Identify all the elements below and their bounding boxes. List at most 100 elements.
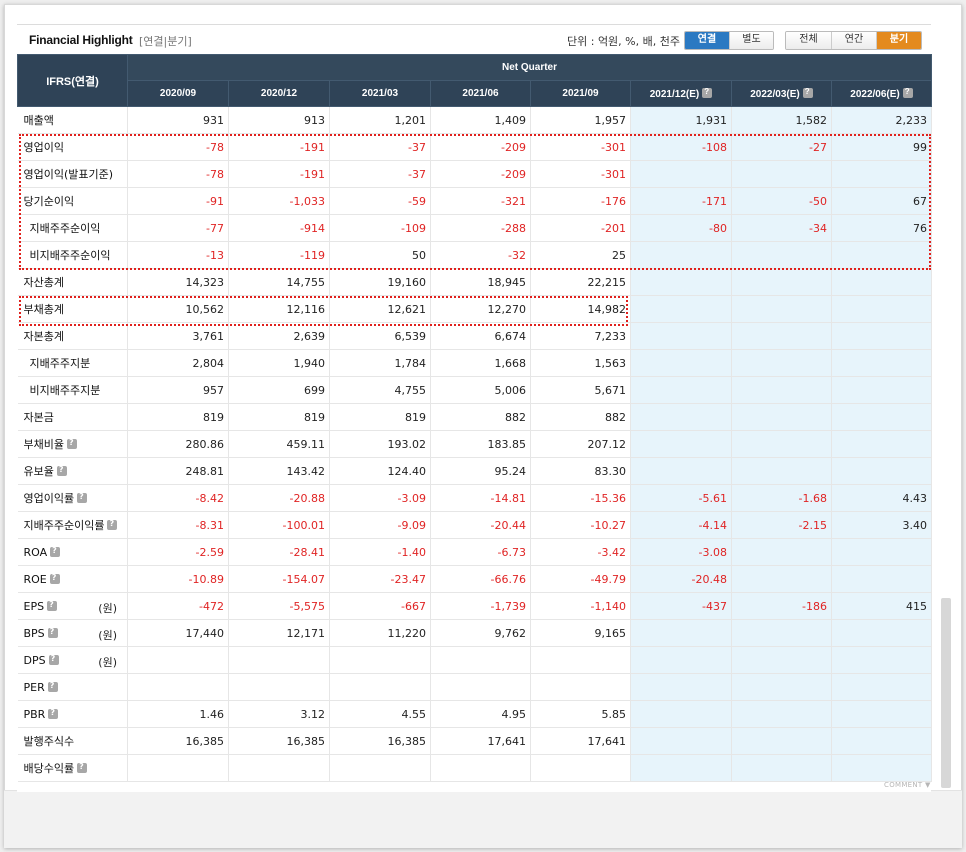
table-cell [530, 754, 631, 782]
table-row: 부채비율 280.86459.11193.02183.85207.12 [17, 430, 933, 458]
row-label-cell: PER [17, 673, 128, 701]
help-icon[interactable] [47, 681, 58, 692]
row-label: PER [23, 680, 45, 694]
table-cell: 6,674 [430, 322, 531, 350]
table-cell: 5,671 [530, 376, 631, 404]
tab-separate[interactable]: 별도 [729, 32, 773, 49]
help-icon[interactable] [50, 546, 61, 557]
table-cell: 4.95 [430, 700, 531, 728]
table-cell [630, 457, 732, 485]
table-cell [831, 457, 933, 485]
table-cell: 14,982 [530, 295, 631, 323]
table-cell: 3.40 [831, 511, 933, 539]
table-cell: 1,784 [329, 349, 431, 377]
table-cell: -34 [731, 214, 832, 242]
row-label-cell: 비지배주주순이익 [17, 241, 128, 269]
table-cell: 193.02 [329, 430, 431, 458]
table-cell [731, 295, 832, 323]
help-icon[interactable] [77, 492, 88, 503]
row-label-cell: 영업이익 [17, 133, 128, 161]
table-cell: 12,621 [329, 295, 431, 323]
help-icon[interactable] [66, 438, 77, 449]
table-cell: -6.73 [430, 538, 531, 566]
table-cell: -1,033 [228, 187, 330, 215]
help-icon[interactable] [902, 87, 913, 98]
table-row: ROE -10.89-154.07-23.47-66.76-49.79-20.48 [17, 565, 933, 593]
tab-quarterly[interactable]: 분기 [876, 32, 921, 49]
table-cell [630, 268, 732, 296]
table-cell: 9,165 [530, 619, 631, 647]
table-cell [630, 673, 732, 701]
table-cell: 12,171 [228, 619, 330, 647]
table-cell [127, 646, 229, 674]
table-row: 자산총계 14,323 14,755 19,160 18,945 22,215 [17, 268, 933, 296]
table-body: 매출액 931 913 1,201 1,409 1,957 1,931 1,582 2,233 영… [17, 106, 933, 782]
table-cell: -472 [127, 592, 229, 620]
table-cell [831, 673, 933, 701]
row-label: 영업이익(발표기준) [23, 168, 114, 181]
column-header-row: 2020/09 2020/12 2021/03 2021/06 2021/09 2021/… [18, 80, 933, 107]
table-cell: 67 [831, 187, 933, 215]
table-cell: -20.88 [228, 484, 330, 512]
table-cell [831, 241, 933, 269]
frame-bottom-strip [4, 790, 962, 848]
table-cell: 3,761 [127, 322, 229, 350]
table-row: 당기순이익 -91 -1,033 -59 -321 -176 -171 -50 67 [17, 187, 933, 215]
table-cell [630, 700, 732, 728]
table-cell: 5,006 [430, 376, 531, 404]
table-cell [228, 646, 330, 674]
table-cell: 1,563 [530, 349, 631, 377]
financial-highlight-panel: Financial Highlight [연결|분기] 단위 : 억원, %, … [17, 24, 933, 792]
tab-annual[interactable]: 연간 [831, 32, 876, 49]
table-cell: -1,140 [530, 592, 631, 620]
table-cell: -5.61 [630, 484, 732, 512]
table-cell: 1,940 [228, 349, 330, 377]
help-icon[interactable] [56, 465, 67, 476]
column-header-label: 2021/12(E) [649, 88, 700, 100]
table-cell [731, 268, 832, 296]
table-cell [731, 349, 832, 377]
table-cell: -171 [630, 187, 732, 215]
table-row: ROA -2.59-28.41-1.40-6.73-3.42-3.08 [17, 538, 933, 566]
table-cell: -209 [430, 160, 531, 188]
column-header: 2021/06 [430, 80, 531, 107]
help-icon[interactable] [107, 519, 118, 530]
row-label-cell: ROA [17, 538, 128, 566]
row-label-cell: 지배주주순이익률 [17, 511, 128, 539]
help-icon[interactable] [47, 627, 58, 638]
table-row: EPS (원) -472-5,575-667-1,739-1,140-437-186… [17, 592, 933, 620]
table-cell: -20.48 [630, 565, 732, 593]
help-icon[interactable] [48, 654, 59, 665]
table-cell: -78 [127, 160, 229, 188]
help-icon[interactable] [49, 573, 60, 584]
table-cell: 11,220 [329, 619, 431, 647]
help-icon[interactable] [77, 762, 88, 773]
tab-consolidated[interactable]: 연결 [685, 32, 729, 49]
scrollbar-thumb[interactable] [941, 598, 951, 788]
table-cell: -321 [430, 187, 531, 215]
table-cell: 913 [228, 106, 330, 134]
help-icon[interactable] [48, 708, 59, 719]
column-header-label: 2020/09 [159, 88, 197, 99]
help-icon[interactable] [702, 87, 713, 98]
table-cell [630, 727, 732, 755]
table-cell: -10.27 [530, 511, 631, 539]
table-cell: 2,639 [228, 322, 330, 350]
row-label: 발행주식수 [23, 735, 75, 748]
tab-all[interactable]: 전체 [786, 32, 831, 49]
table-cell: 50 [329, 241, 431, 269]
table-cell [831, 565, 933, 593]
table-cell: 1.46 [127, 700, 229, 728]
help-icon[interactable] [47, 600, 58, 611]
table-cell [630, 295, 732, 323]
comment-toggle[interactable]: COMMENT ▼ [884, 781, 931, 789]
row-label-cell: 유보율 [17, 457, 128, 485]
table-cell: 16,385 [329, 727, 431, 755]
table-cell [831, 727, 933, 755]
row-unit: (원) [98, 601, 117, 615]
table-row: 지배주주순이익 -77 -914 -109 -288 -201 -80 -34 76 [17, 214, 933, 242]
help-icon[interactable] [802, 87, 813, 98]
net-quarter-header: Net Quarter [126, 54, 933, 81]
table-cell [630, 349, 732, 377]
table-cell: -66.76 [430, 565, 531, 593]
